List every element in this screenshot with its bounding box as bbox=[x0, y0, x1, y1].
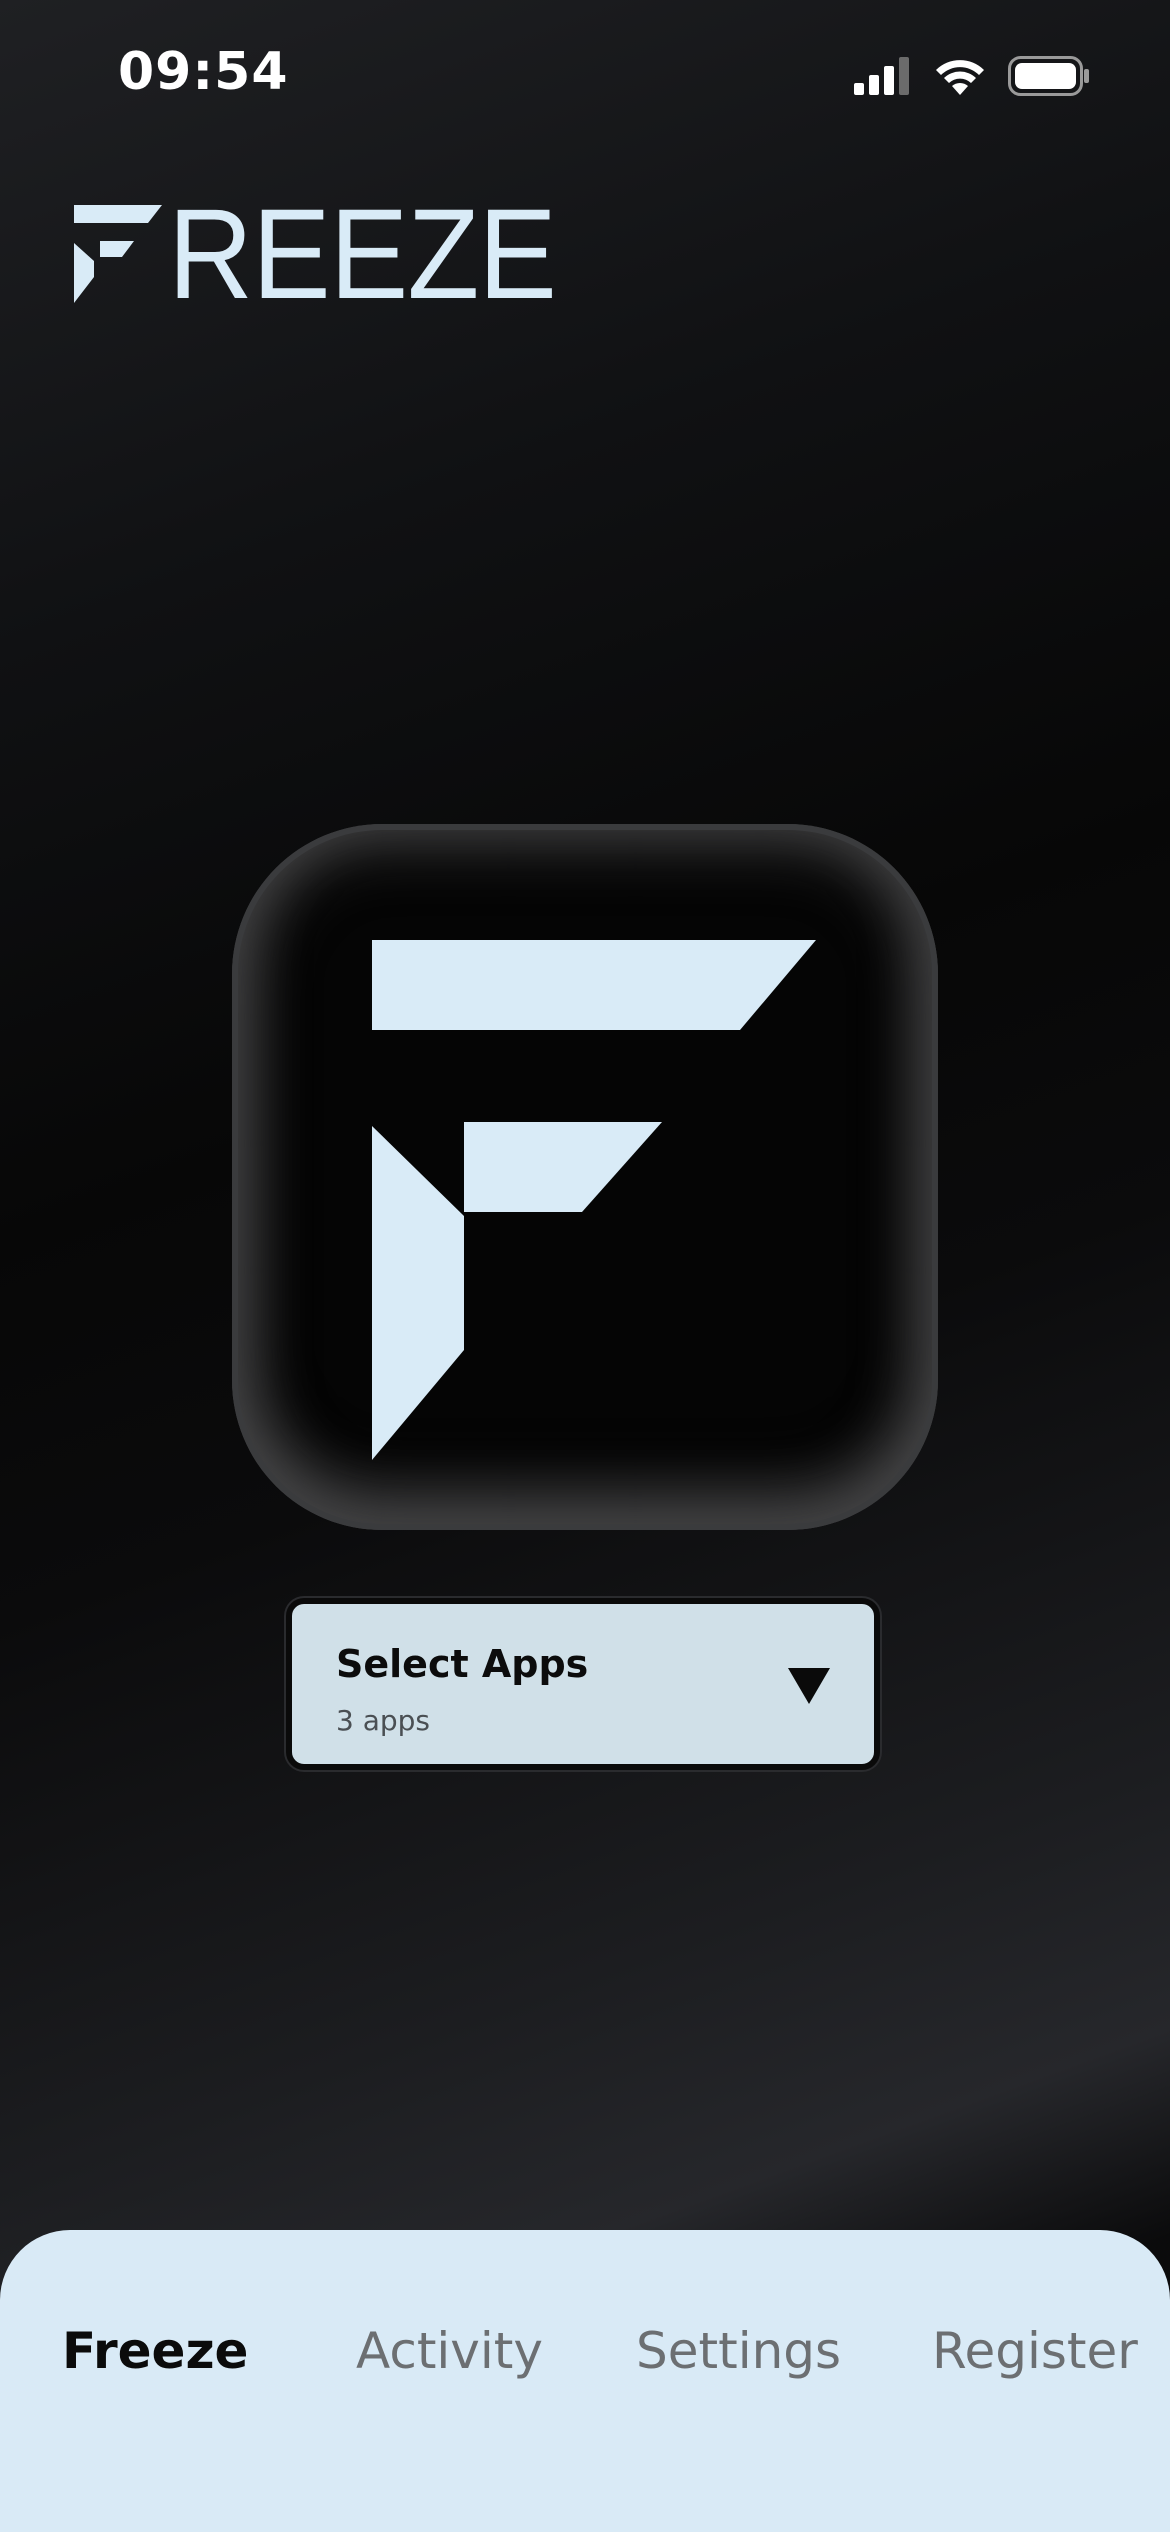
tab-freeze[interactable]: Freeze bbox=[62, 2322, 248, 2380]
cellular-signal-icon bbox=[854, 57, 909, 95]
freeze-f-logo-icon bbox=[74, 205, 162, 303]
status-time: 09:54 bbox=[118, 42, 289, 102]
tab-settings[interactable]: Settings bbox=[636, 2322, 841, 2380]
tab-register[interactable]: Register bbox=[932, 2322, 1138, 2380]
select-apps-count: 3 apps bbox=[336, 1704, 431, 1737]
tab-activity[interactable]: Activity bbox=[356, 2322, 543, 2380]
freeze-logo-tile bbox=[232, 824, 938, 1530]
status-bar: 09:54 bbox=[0, 0, 1170, 150]
brand-logo: REEZE bbox=[72, 191, 590, 319]
status-icons bbox=[854, 56, 1090, 96]
wifi-icon bbox=[936, 60, 984, 95]
caret-down-icon bbox=[788, 1668, 830, 1704]
freeze-f-logo-icon bbox=[372, 940, 816, 1460]
select-apps-title: Select Apps bbox=[336, 1642, 589, 1686]
brand-wordmark: REEZE bbox=[168, 183, 557, 326]
battery-icon bbox=[1008, 56, 1089, 96]
select-apps-dropdown[interactable]: Select Apps 3 apps bbox=[286, 1598, 880, 1770]
bottom-tab-bar: Freeze Activity Settings Register bbox=[0, 2230, 1170, 2532]
